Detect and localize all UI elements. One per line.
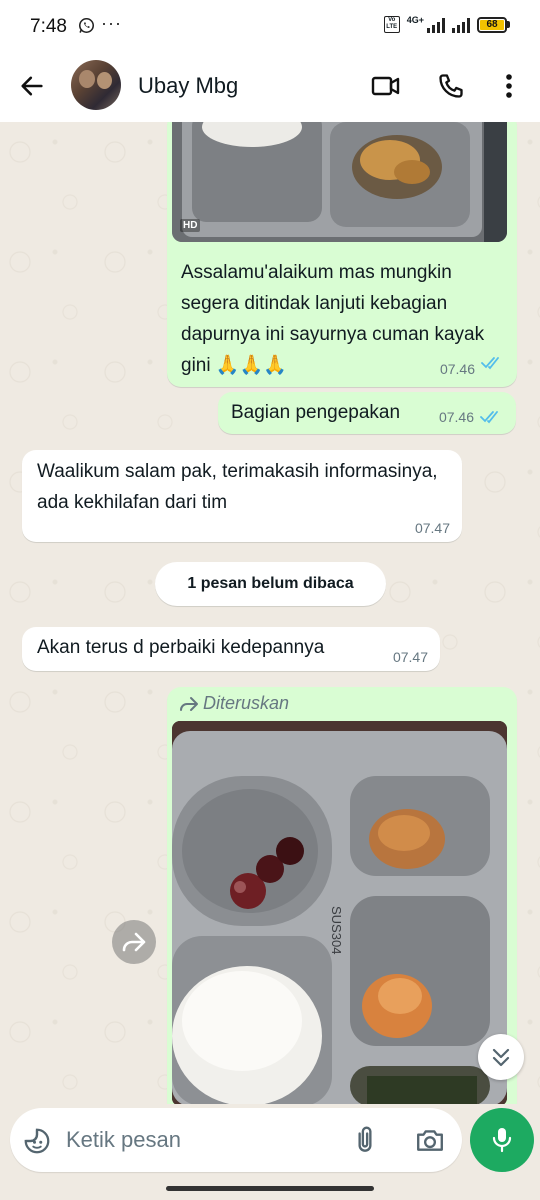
volte-icon: Vo LTE [383, 16, 400, 33]
more-notifications-icon: ··· [101, 13, 122, 33]
message-time: 07.46 [439, 361, 475, 377]
message-input[interactable] [66, 1122, 336, 1158]
contact-name[interactable]: Ubay Mbg [138, 73, 238, 99]
hd-badge: HD [180, 219, 201, 232]
chat-area[interactable]: HD Assalamu'alaikum mas mungkin segera d… [0, 122, 540, 1104]
forward-share-button[interactable] [112, 920, 156, 964]
battery-level: 68 [480, 19, 504, 30]
read-receipt-icon [480, 410, 502, 429]
attach-icon[interactable] [352, 1125, 378, 1160]
message-incoming[interactable]: Akan terus d perbaiki kedepannya 07.47 [22, 627, 440, 671]
contact-avatar[interactable] [71, 60, 121, 110]
signal-icon-2 [452, 17, 470, 33]
status-bar: 7:48 ··· Vo LTE 4G+ 68 [0, 0, 540, 52]
chat-header: Ubay Mbg [0, 52, 540, 122]
message-forwarded-image[interactable]: Diteruskan SUS304 [167, 687, 517, 1104]
video-call-icon[interactable] [371, 72, 401, 105]
message-outgoing-image[interactable]: HD Assalamu'alaikum mas mungkin segera d… [167, 122, 517, 387]
message-incoming[interactable]: Waalikum salam pak, terimakasih informas… [22, 450, 462, 542]
read-receipt-icon [481, 356, 503, 375]
back-arrow-icon[interactable] [18, 72, 46, 105]
home-gesture-bar[interactable] [166, 1186, 374, 1191]
whatsapp-notification-icon [78, 17, 95, 39]
status-indicators: Vo LTE 4G+ 68 [383, 15, 510, 33]
message-image[interactable]: SUS304 [172, 721, 507, 1104]
system-nav-bar [0, 1178, 540, 1200]
message-image[interactable]: HD [172, 122, 507, 242]
network-type-label: 4G+ [406, 15, 424, 25]
status-time: 7:48 [30, 16, 67, 37]
signal-icon [427, 17, 445, 33]
message-time: 07.46 [438, 409, 474, 425]
sticker-icon[interactable] [22, 1126, 52, 1161]
forwarded-label: Diteruskan [203, 693, 290, 713]
message-outgoing[interactable]: Bagian pengepakan 07.46 [218, 392, 516, 434]
message-time: 07.47 [392, 649, 428, 665]
mic-button[interactable] [470, 1108, 534, 1172]
battery-icon: 68 [477, 16, 510, 33]
message-text: Bagian pengepakan [231, 402, 401, 423]
message-text: Waalikum salam pak, terimakasih informas… [37, 461, 438, 513]
message-text: Akan terus d perbaiki kedepannya [37, 637, 325, 658]
camera-icon[interactable] [415, 1126, 445, 1159]
phone-icon[interactable] [437, 72, 465, 105]
tray-stamp: SUS304 [329, 906, 344, 954]
message-time: 07.47 [414, 520, 450, 536]
more-vert-icon[interactable] [498, 72, 520, 105]
unread-messages-divider: 1 pesan belum dibaca [155, 562, 386, 606]
scroll-to-bottom-button[interactable] [478, 1034, 524, 1080]
message-composer [10, 1108, 462, 1172]
forwarded-icon [179, 696, 199, 717]
mic-icon [492, 1128, 512, 1153]
